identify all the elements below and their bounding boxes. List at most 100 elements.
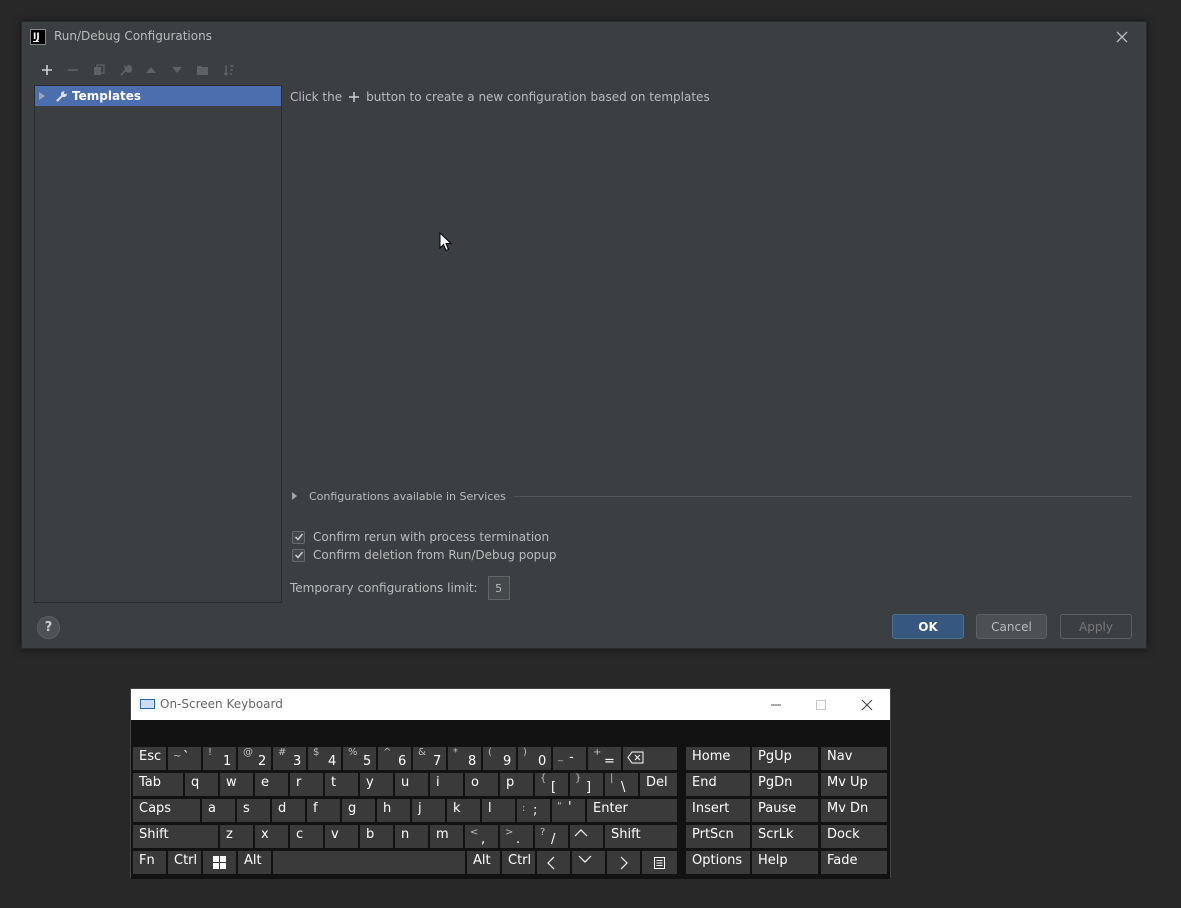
confirm-deletion-row[interactable]: Confirm deletion from Run/Debug popup xyxy=(292,548,557,562)
key-3[interactable]: #3 xyxy=(273,747,306,770)
key-0[interactable]: ) 0 xyxy=(518,747,551,770)
configurations-tree[interactable]: Templates xyxy=(34,85,282,603)
key-h[interactable]: h xyxy=(377,799,410,822)
ok-button[interactable]: OK xyxy=(892,614,964,639)
key-4[interactable]: $4 xyxy=(308,747,341,770)
copy-icon[interactable] xyxy=(86,58,112,82)
key-up-arrow[interactable] xyxy=(570,825,603,848)
key-5[interactable]: % 5 xyxy=(343,747,376,770)
key-left-shift[interactable]: Shift xyxy=(133,825,218,848)
key-esc[interactable]: Esc xyxy=(133,747,166,770)
key-options[interactable]: Options xyxy=(686,851,750,874)
key-b[interactable]: b xyxy=(360,825,393,848)
key-6[interactable]: ^ 6 xyxy=(378,747,411,770)
temp-config-limit-input[interactable]: 5 xyxy=(487,576,510,600)
remove-icon[interactable] xyxy=(60,58,86,82)
key-i[interactable]: i xyxy=(430,773,463,796)
key-pgup[interactable]: PgUp xyxy=(752,747,818,770)
services-section[interactable]: Configurations available in Services xyxy=(292,488,1132,504)
key-backspace[interactable] xyxy=(623,747,677,770)
apply-button[interactable]: Apply xyxy=(1060,614,1132,639)
key-home[interactable]: Home xyxy=(686,747,750,770)
key-enter[interactable]: Enter xyxy=(587,799,677,822)
key-u[interactable]: u xyxy=(395,773,428,796)
key-period[interactable]: >. xyxy=(500,825,533,848)
key-right-bracket[interactable]: }] xyxy=(570,773,603,796)
key-end[interactable]: End xyxy=(686,773,750,796)
close-icon[interactable] xyxy=(1112,27,1132,47)
help-button[interactable]: ? xyxy=(37,616,60,639)
key-menu[interactable] xyxy=(642,851,677,874)
move-up-icon[interactable] xyxy=(138,58,164,82)
key-help[interactable]: Help xyxy=(752,851,818,874)
key-7[interactable]: & 7 xyxy=(413,747,446,770)
key-tab[interactable]: Tab xyxy=(133,773,183,796)
key-minus[interactable]: _ - xyxy=(553,747,586,770)
sort-icon[interactable] xyxy=(216,58,242,82)
key-8[interactable]: * 8 xyxy=(448,747,481,770)
key-y[interactable]: y xyxy=(360,773,393,796)
cancel-button[interactable]: Cancel xyxy=(976,614,1047,639)
key-pgdn[interactable]: PgDn xyxy=(752,773,818,796)
key-n[interactable]: n xyxy=(395,825,428,848)
key-insert[interactable]: Insert xyxy=(686,799,750,822)
key-j[interactable]: j xyxy=(412,799,445,822)
key-mv-up[interactable]: Mv Up xyxy=(821,773,887,796)
key-fn[interactable]: Fn xyxy=(133,851,166,874)
key-caps[interactable]: Caps xyxy=(133,799,200,822)
key-m[interactable]: m xyxy=(430,825,463,848)
key-mv-dn[interactable]: Mv Dn xyxy=(821,799,887,822)
wrench-icon[interactable] xyxy=(112,58,138,82)
key-k[interactable]: k xyxy=(447,799,480,822)
key-s[interactable]: s xyxy=(237,799,270,822)
key-left-alt[interactable]: Alt xyxy=(238,851,271,874)
key-left-bracket[interactable]: {[ xyxy=(535,773,568,796)
confirm-rerun-checkbox[interactable] xyxy=(292,530,305,544)
key-t[interactable]: t xyxy=(325,773,358,796)
key-right-ctrl[interactable]: Ctrl xyxy=(502,851,535,874)
folder-icon[interactable] xyxy=(190,58,216,82)
key-c[interactable]: c xyxy=(290,825,323,848)
key-backtick[interactable]: ~ ` xyxy=(168,747,201,770)
key-9[interactable]: (9 xyxy=(483,747,516,770)
key-r[interactable]: r xyxy=(290,773,323,796)
key-v[interactable]: v xyxy=(325,825,358,848)
key-space[interactable] xyxy=(273,851,465,874)
key-comma[interactable]: <, xyxy=(465,825,498,848)
key-down-arrow[interactable] xyxy=(572,851,605,874)
key-p[interactable]: p xyxy=(500,773,533,796)
confirm-rerun-row[interactable]: Confirm rerun with process termination xyxy=(292,530,549,544)
key-x[interactable]: x xyxy=(255,825,288,848)
key-scrlk[interactable]: ScrLk xyxy=(752,825,818,848)
add-icon[interactable] xyxy=(34,58,60,82)
key-right-alt[interactable]: Alt xyxy=(467,851,500,874)
key-backslash[interactable]: | \ xyxy=(605,773,638,796)
key-a[interactable]: a xyxy=(202,799,235,822)
key-del[interactable]: Del xyxy=(640,773,677,796)
key-windows[interactable] xyxy=(203,851,236,874)
key-g[interactable]: g xyxy=(342,799,375,822)
maximize-icon[interactable] xyxy=(799,689,843,720)
key-d[interactable]: d xyxy=(272,799,305,822)
key-dock[interactable]: Dock xyxy=(821,825,887,848)
key-quote[interactable]: " ' xyxy=(552,799,585,822)
key-q[interactable]: q xyxy=(185,773,218,796)
key-semicolon[interactable]: :; xyxy=(517,799,550,822)
key-equals[interactable]: + = xyxy=(588,747,621,770)
minimize-icon[interactable] xyxy=(754,689,798,720)
confirm-deletion-checkbox[interactable] xyxy=(292,548,305,562)
key-2[interactable]: @2 xyxy=(238,747,271,770)
key-pause[interactable]: Pause xyxy=(752,799,818,822)
key-fade[interactable]: Fade xyxy=(821,851,887,874)
tree-item-templates[interactable]: Templates xyxy=(35,86,281,106)
key-z[interactable]: z xyxy=(220,825,253,848)
key-f[interactable]: f xyxy=(307,799,340,822)
key-1[interactable]: ! 1 xyxy=(203,747,236,770)
key-left-arrow[interactable] xyxy=(537,851,570,874)
key-e[interactable]: e xyxy=(255,773,288,796)
expand-arrow-icon[interactable] xyxy=(39,92,45,100)
key-prtscn[interactable]: PrtScn xyxy=(686,825,750,848)
key-right-arrow[interactable] xyxy=(607,851,640,874)
key-left-ctrl[interactable]: Ctrl xyxy=(168,851,201,874)
close-icon[interactable] xyxy=(845,689,889,720)
